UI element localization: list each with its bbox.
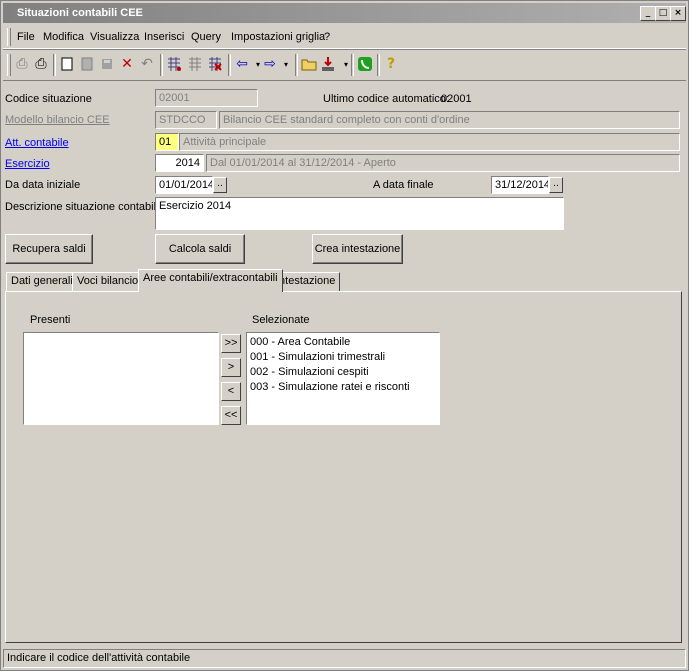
- calcola-saldi-button[interactable]: Calcola saldi: [155, 234, 245, 264]
- selezionate-list[interactable]: 000 - Area Contabile 001 - Simulazioni t…: [246, 332, 440, 425]
- da-data-field[interactable]: 01/01/2014: [155, 176, 213, 194]
- presenti-list[interactable]: [23, 332, 219, 425]
- menu-file[interactable]: File: [17, 31, 35, 43]
- toolbar-separator: [160, 54, 163, 76]
- grid-filter-icon[interactable]: [165, 55, 183, 73]
- open-folder-icon[interactable]: [300, 55, 318, 73]
- print-icon[interactable]: ⎙: [32, 55, 50, 73]
- list-item[interactable]: 000 - Area Contabile: [247, 335, 439, 350]
- crea-intestazione-button[interactable]: Crea intestazione: [312, 234, 403, 264]
- move-right-button[interactable]: >: [221, 358, 241, 377]
- export-icon[interactable]: [319, 55, 337, 73]
- menu-help[interactable]: ?: [324, 31, 330, 43]
- page-icon[interactable]: [78, 55, 96, 73]
- descrizione-field[interactable]: Esercizio 2014: [155, 197, 564, 230]
- move-all-left-button[interactable]: <<: [221, 406, 241, 425]
- presenti-label: Presenti: [30, 314, 71, 326]
- title-bar: Situazioni contabili CEE _ □ ×: [3, 3, 686, 23]
- esercizio-desc-field: Dal 01/01/2014 al 31/12/2014 - Aperto: [206, 154, 680, 172]
- att-code-field[interactable]: 01: [155, 133, 179, 151]
- da-data-label: Da data iniziale: [5, 179, 81, 191]
- tab-voci-bilancio[interactable]: Voci bilancio: [72, 272, 144, 291]
- move-all-right-button[interactable]: >>: [221, 334, 241, 353]
- maximize-button[interactable]: □: [655, 6, 671, 21]
- tab-panel: Presenti >> > < << Selezionate 000 - Are…: [5, 291, 682, 643]
- toolbar: ⎙ ⎙ ✕ ↶ ⇦ ▾ ⇨ ▾ ▾ ?: [3, 50, 686, 81]
- list-item[interactable]: 001 - Simulazioni trimestrali: [247, 350, 439, 365]
- phone-icon[interactable]: [356, 55, 374, 73]
- menu-query[interactable]: Query: [191, 31, 221, 43]
- a-data-picker-button[interactable]: ..: [549, 177, 563, 193]
- menubar-grip: [7, 28, 11, 46]
- esercizio-link[interactable]: Esercizio: [5, 158, 50, 170]
- help-icon[interactable]: ?: [382, 55, 400, 73]
- toolbar-separator: [351, 54, 354, 76]
- recupera-saldi-button[interactable]: Recupera saldi: [5, 234, 93, 264]
- toolbar-grip: [7, 54, 11, 76]
- list-item[interactable]: 002 - Simulazioni cespiti: [247, 365, 439, 380]
- modello-code-field[interactable]: STDCCO: [155, 111, 217, 129]
- selezionate-label: Selezionate: [252, 314, 310, 326]
- menu-modifica[interactable]: Modifica: [43, 31, 84, 43]
- tab-aree-contabili[interactable]: Aree contabili/extracontabili: [138, 269, 283, 292]
- a-data-label: A data finale: [373, 179, 434, 191]
- toolbar-separator: [377, 54, 380, 76]
- descrizione-label: Descrizione situazione contabile: [5, 201, 163, 213]
- modello-desc-field: Bilancio CEE standard completo con conti…: [219, 111, 680, 129]
- close-button[interactable]: ×: [670, 6, 686, 21]
- tab-dati-generali[interactable]: Dati generali: [6, 272, 78, 291]
- ultimo-codice-label: Ultimo codice automatico:: [323, 93, 449, 105]
- menu-impostazioni-griglia[interactable]: Impostazioni griglia: [231, 31, 325, 43]
- arrow-right-dropdown-icon[interactable]: ▾: [277, 55, 295, 73]
- move-left-button[interactable]: <: [221, 382, 241, 401]
- undo-icon[interactable]: ↶: [138, 55, 156, 73]
- list-item[interactable]: 003 - Simulazione ratei e risconti: [247, 380, 439, 395]
- modello-bilancio-link[interactable]: Modello bilancio CEE: [5, 114, 110, 126]
- toolbar-separator: [295, 54, 298, 76]
- save-icon[interactable]: [98, 55, 116, 73]
- att-contabile-link[interactable]: Att. contabile: [5, 137, 69, 149]
- ultimo-codice-value: 02001: [441, 93, 472, 105]
- menu-bar: File Modifica Visualizza Inserisci Query…: [3, 26, 686, 49]
- window-title: Situazioni contabili CEE: [17, 7, 143, 19]
- da-data-picker-button[interactable]: ..: [213, 177, 227, 193]
- grid-icon[interactable]: [186, 55, 204, 73]
- menu-visualizza[interactable]: Visualizza: [90, 31, 139, 43]
- new-document-icon[interactable]: [58, 55, 76, 73]
- main-window: Situazioni contabili CEE _ □ × File Modi…: [0, 0, 689, 671]
- print-preview-icon[interactable]: ⎙: [13, 55, 31, 73]
- att-desc-field: Attività principale: [179, 133, 680, 151]
- grid-delete-icon[interactable]: [206, 55, 224, 73]
- minimize-button[interactable]: _: [640, 6, 656, 21]
- toolbar-separator: [53, 54, 56, 76]
- toolbar-separator: [228, 54, 231, 76]
- codice-situazione-field[interactable]: 02001: [155, 89, 258, 107]
- esercizio-field[interactable]: 2014: [155, 154, 204, 172]
- a-data-field[interactable]: 31/12/2014: [491, 176, 549, 194]
- codice-situazione-label: Codice situazione: [5, 93, 92, 105]
- menu-inserisci[interactable]: Inserisci: [144, 31, 184, 43]
- delete-icon[interactable]: ✕: [118, 55, 136, 73]
- status-bar: Indicare il codice dell'attività contabi…: [3, 649, 686, 668]
